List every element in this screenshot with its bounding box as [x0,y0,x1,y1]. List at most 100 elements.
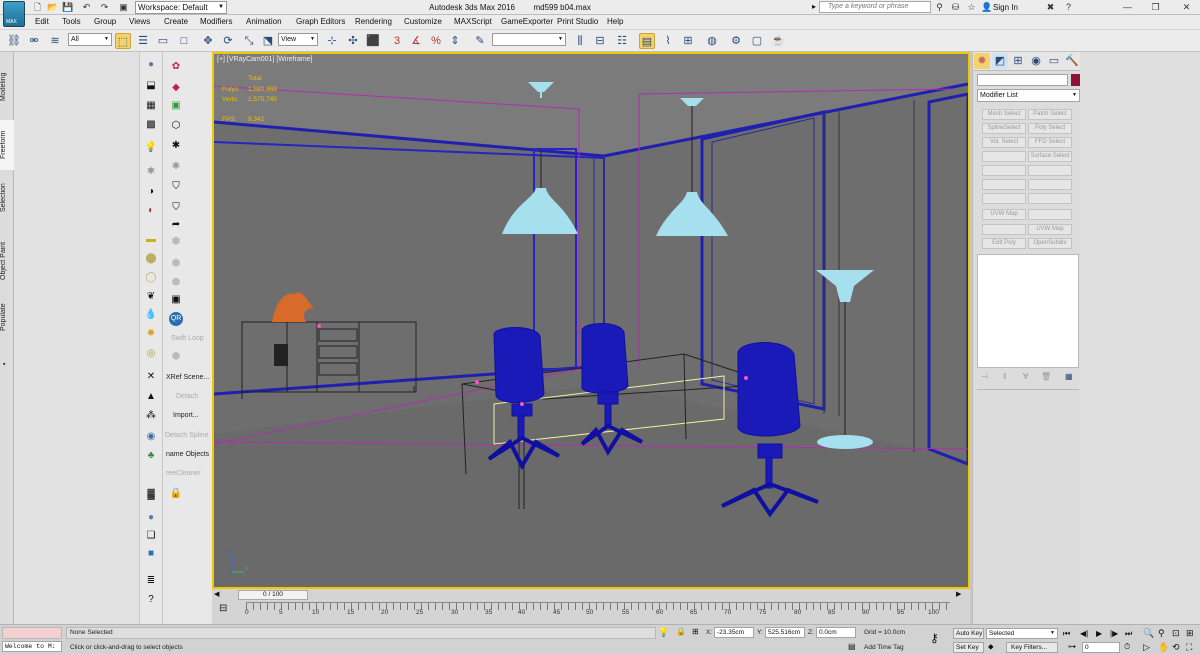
minimize-icon[interactable]: — [1122,2,1133,13]
zoom-all-icon[interactable]: ⚲ [1158,628,1165,639]
plant-icon[interactable]: ❦ [144,290,158,304]
import-label[interactable]: Import... [173,412,199,419]
lock-icon[interactable]: 🔒 [169,487,183,501]
texture-icon[interactable]: ▓ [144,488,158,502]
shield2-icon[interactable]: ⛉ [169,201,183,215]
rectangular-region-icon[interactable]: ▭ [155,33,171,49]
help-circle-icon[interactable]: ? [144,593,158,607]
placement-icon[interactable]: ⬔ [260,33,276,49]
auto-key-button[interactable]: Auto Key [953,628,984,639]
modify-tab-icon[interactable]: ◩ [992,53,1008,69]
menu-maxscript[interactable]: MAXScript [454,16,492,28]
add-time-tag-label[interactable]: Add Time Tag [864,644,904,651]
viewport-label[interactable]: [+] [VRayCam001] [Wireframe] [217,56,313,63]
tab-object-paint[interactable]: Object Paint [0,236,14,286]
time-slider[interactable]: 0 / 100 [238,590,308,600]
menu-modifiers[interactable]: Modifiers [200,16,232,28]
maximize-viewport-icon[interactable]: ⛶ [1186,642,1192,653]
time-config-icon[interactable]: ⏱ [1124,642,1130,652]
mesh-select-button[interactable]: Mesh Select [982,109,1026,120]
schematic-view-icon[interactable]: ⊞ [680,33,696,49]
empty-button-6[interactable] [982,193,1026,204]
remove-modifier-icon[interactable]: 🗑 [1041,372,1051,381]
sphere2-icon[interactable]: ● [144,511,158,525]
ribbon-toggle-icon[interactable]: ▤ [639,33,655,49]
set-keys-icon[interactable]: ⬥ [988,642,994,652]
material-editor-icon[interactable]: ◍ [704,33,720,49]
menu-tools[interactable]: Tools [62,16,81,28]
xref-scene-label[interactable]: XRef Scene... [166,374,209,381]
light-icon[interactable]: 💡 [144,141,158,155]
empty-button-7[interactable] [1028,193,1072,204]
layers-icon[interactable]: ❏ [144,529,158,543]
maxscript-listener-mini[interactable] [2,627,62,639]
zoom-extents-icon[interactable]: ⊡ [1172,628,1180,639]
tab-menu-icon[interactable]: ▪ [3,361,5,368]
tab-selection[interactable]: Selection [0,178,14,218]
select-manipulate-icon[interactable]: ✣ [345,33,361,49]
isolate-icon[interactable]: 🔒 [676,627,686,636]
empty-button-3[interactable] [1028,165,1072,176]
object-name-field[interactable] [977,74,1068,86]
atom-icon[interactable]: ⚛ [169,160,183,174]
cube2-icon[interactable]: ⬢ [169,350,183,364]
next-frame-arrow-icon[interactable]: ▶ [956,590,961,598]
select-link-icon[interactable]: ⛓ [6,33,22,49]
sphere-icon[interactable]: ● [144,58,158,72]
drop-icon[interactable]: 💧 [144,308,158,322]
teapot-icon[interactable]: ⬤ [144,252,158,266]
infocenter-icon[interactable]: ⛁ [950,2,961,13]
block3-icon[interactable]: ⬢ [169,276,183,290]
menu-views[interactable]: Views [129,16,150,28]
user-icon[interactable]: 👤 [981,2,992,13]
absolute-mode-icon[interactable]: ⊞ [692,627,699,636]
bone-icon[interactable]: ⚛ [144,165,158,179]
select-and-rotate-icon[interactable]: ⟳ [220,33,236,49]
menu-group[interactable]: Group [94,16,116,28]
cube-icon[interactable]: ⬡ [169,119,183,133]
key-selection-dropdown[interactable]: Selected ▼ [986,628,1058,639]
menu-graph-editors[interactable]: Graph Editors [296,16,345,28]
close-icon[interactable]: ✕ [1181,2,1192,13]
render-production-icon[interactable]: ☕ [770,33,786,49]
empty-button-2[interactable] [982,165,1026,176]
menu-customize[interactable]: Customize [404,16,442,28]
select-object-icon[interactable]: ⬚ [115,33,131,49]
x-coordinate-field[interactable]: -23.35cm [714,627,754,638]
calculator-icon[interactable]: ▦ [144,99,158,113]
layer-manager-icon[interactable]: ☷ [614,33,630,49]
modifier-list-dropdown[interactable]: Modifier List ▼ [977,89,1080,102]
menu-animation[interactable]: Animation [246,16,282,28]
empty-button-9[interactable] [982,224,1026,235]
new-file-icon[interactable]: 🗋 [32,2,43,13]
rename-objects-label[interactable]: name Objects [166,451,209,458]
shield-icon[interactable]: ⛉ [169,180,183,194]
angle-snap-icon[interactable]: ∡ [408,33,424,49]
rose-icon[interactable]: ✿ [169,60,183,74]
max-app-button[interactable]: MAX [3,1,25,27]
render-icon[interactable]: ◐ [144,204,158,218]
arrow-icon[interactable]: ➦ [169,218,183,232]
pin-stack-icon[interactable]: ⊣ [981,372,988,381]
make-unique-icon[interactable]: ∀ [1023,372,1028,381]
field-of-view-icon[interactable]: ▷ [1143,642,1150,653]
save-file-icon[interactable]: 💾 [62,2,73,13]
tab-modeling[interactable]: Modeling [0,62,14,112]
percent-snap-icon[interactable]: % [428,33,444,49]
edit-named-selection-icon[interactable]: ✎ [472,33,488,49]
globe-icon[interactable]: ◉ [144,430,158,444]
empty-button-1[interactable] [982,151,1026,162]
go-to-end-icon[interactable]: ⏭ [1125,629,1132,639]
reference-coordinate-dropdown[interactable]: View ▼ [278,33,318,46]
uvw-map-button-2[interactable]: UVW Map [1028,224,1072,235]
key-mode-icon[interactable]: ⚷ [930,631,939,645]
vol-select-button[interactable]: Vol. Select [982,137,1026,148]
zoom-extents-all-icon[interactable]: ⊞ [1186,628,1194,639]
menu-gameexporter[interactable]: GameExporter [501,16,553,28]
object-color-swatch[interactable] [1071,74,1080,86]
block-icon[interactable]: ⬢ [169,235,183,249]
script-icon[interactable]: ≣ [144,574,158,588]
named-selection-dropdown[interactable]: ▼ [492,33,566,46]
open-file-icon[interactable]: 📂 [47,2,58,13]
show-end-result-icon[interactable]: ‖ [1003,372,1006,381]
